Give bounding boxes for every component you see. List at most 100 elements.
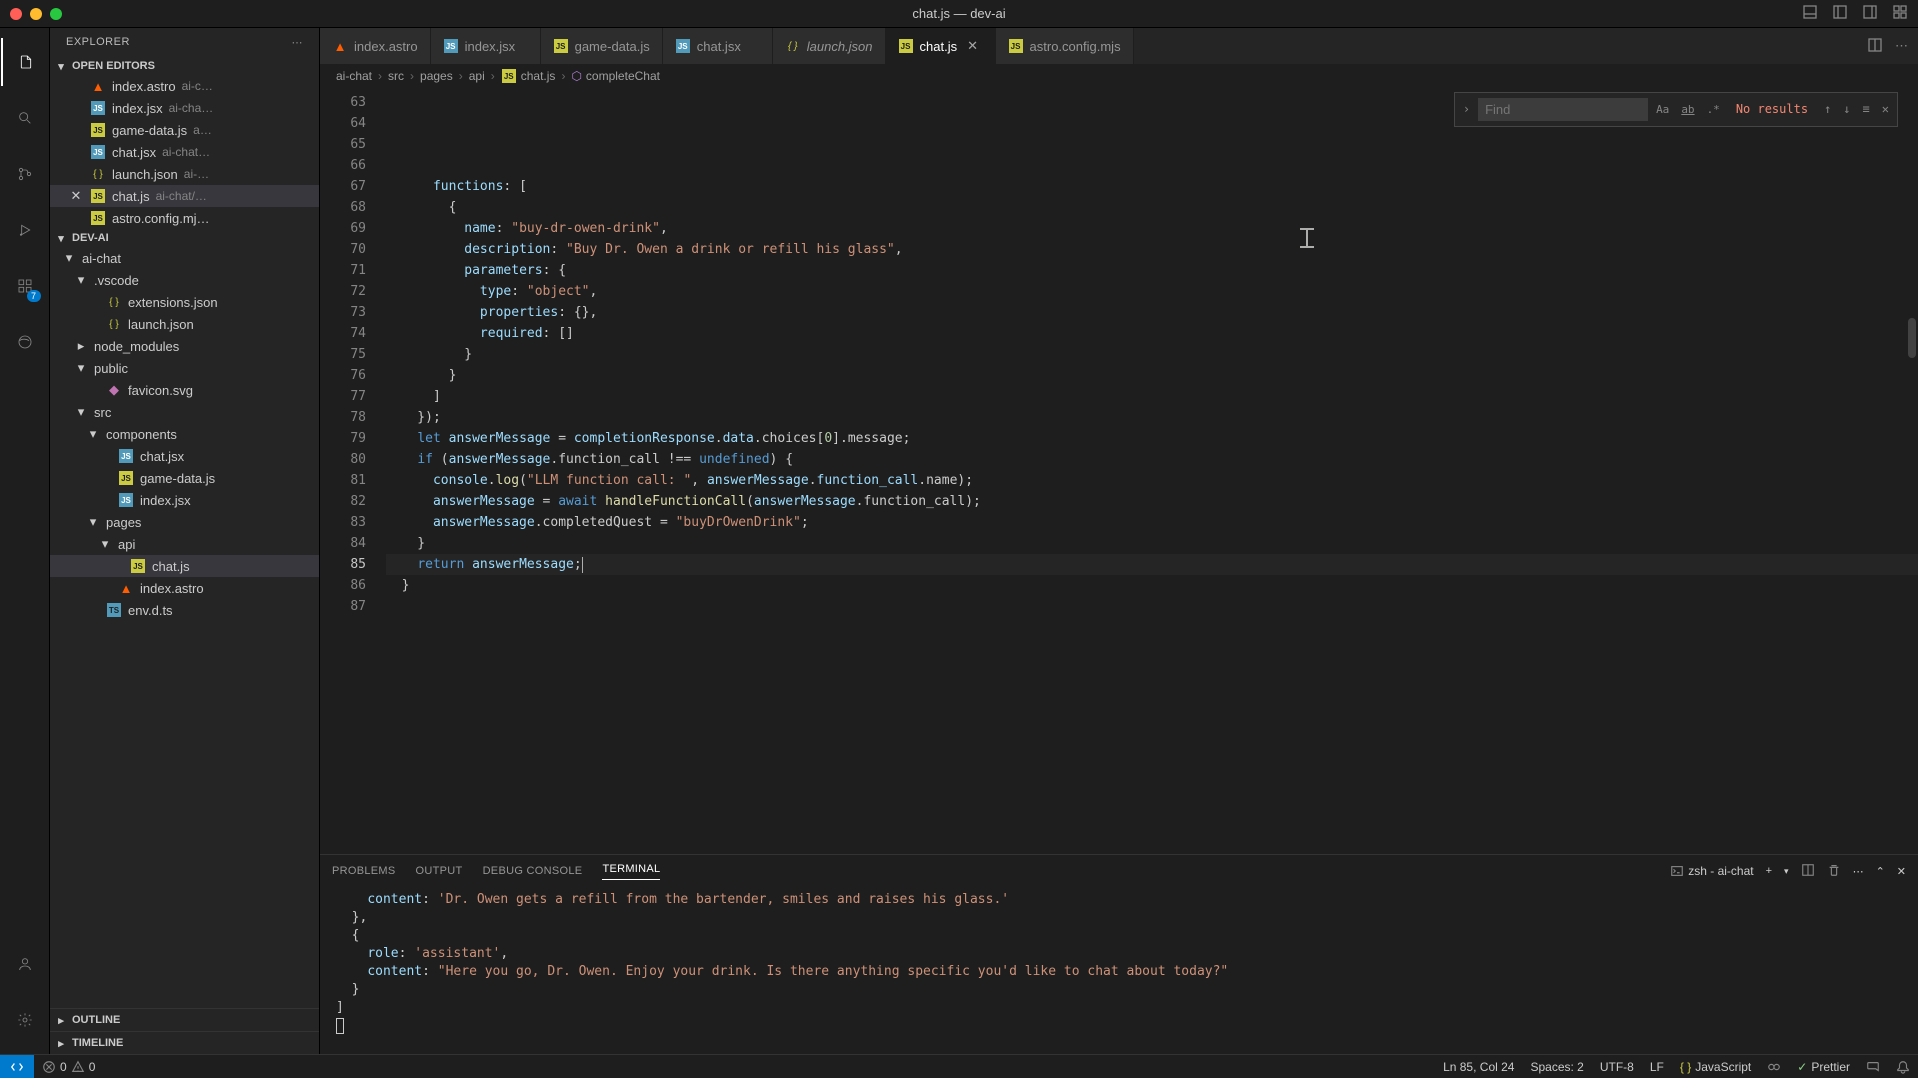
remote-indicator[interactable] bbox=[0, 1055, 34, 1078]
find-menu-icon[interactable]: ≡ bbox=[1859, 97, 1874, 122]
notifications-icon[interactable] bbox=[1888, 1060, 1918, 1074]
split-terminal-icon[interactable] bbox=[1801, 863, 1815, 880]
source-control-activity[interactable] bbox=[1, 150, 49, 198]
language-mode[interactable]: { } JavaScript bbox=[1672, 1060, 1759, 1074]
open-editor-item[interactable]: ✕JSchat.js ai-chat/… bbox=[50, 185, 319, 207]
eol[interactable]: LF bbox=[1642, 1060, 1672, 1074]
terminal-more-icon[interactable]: ⋯ bbox=[1853, 865, 1864, 878]
breadcrumb-item[interactable]: chat.js bbox=[521, 69, 556, 83]
editor-scrollbar[interactable] bbox=[1906, 88, 1918, 854]
breadcrumb-item[interactable]: pages bbox=[420, 69, 453, 83]
folder-item[interactable]: ▾public bbox=[50, 357, 319, 379]
breadcrumb-item[interactable]: completeChat bbox=[586, 69, 660, 83]
close-tab-icon[interactable]: ✕ bbox=[967, 38, 981, 54]
file-item[interactable]: JSgame-data.js bbox=[50, 467, 319, 489]
indentation[interactable]: Spaces: 2 bbox=[1522, 1060, 1591, 1074]
editor-tab[interactable]: JSchat.jsx bbox=[663, 28, 773, 64]
feedback-icon[interactable] bbox=[1858, 1060, 1888, 1074]
file-item[interactable]: JSchat.jsx bbox=[50, 445, 319, 467]
breadcrumbs[interactable]: ai-chat› src› pages› api› JS chat.js› ⬡ … bbox=[320, 64, 1918, 88]
folder-item[interactable]: ▾.vscode bbox=[50, 269, 319, 291]
terminal-name[interactable]: zsh - ai-chat bbox=[1670, 864, 1753, 878]
workspace-section[interactable]: ▾ DEV-AI bbox=[50, 229, 319, 247]
terminal-content[interactable]: content: 'Dr. Owen gets a refill from th… bbox=[320, 887, 1918, 1054]
close-panel-icon[interactable]: ✕ bbox=[1897, 865, 1906, 878]
accounts-activity[interactable] bbox=[1, 940, 49, 988]
sidebar-right-layout-icon[interactable] bbox=[1862, 4, 1878, 23]
find-next-icon[interactable]: ↓ bbox=[1839, 97, 1854, 122]
open-editor-item[interactable]: JSindex.jsx ai-cha… bbox=[50, 97, 319, 119]
extensions-activity[interactable]: 7 bbox=[1, 262, 49, 310]
maximize-panel-icon[interactable]: ⌃ bbox=[1876, 865, 1885, 878]
prettier-status[interactable]: ✓ Prettier bbox=[1789, 1060, 1858, 1074]
folder-item[interactable]: ▾ai-chat bbox=[50, 247, 319, 269]
file-item[interactable]: { }launch.json bbox=[50, 313, 319, 335]
folder-item[interactable]: ▾src bbox=[50, 401, 319, 423]
split-editor-icon[interactable] bbox=[1867, 37, 1883, 56]
terminal-dropdown-icon[interactable]: ▾ bbox=[1784, 866, 1789, 877]
find-input[interactable] bbox=[1478, 98, 1648, 121]
file-item[interactable]: { }extensions.json bbox=[50, 291, 319, 313]
maximize-window-button[interactable] bbox=[50, 8, 62, 20]
cursor-position[interactable]: Ln 85, Col 24 bbox=[1435, 1060, 1522, 1074]
open-editor-item[interactable]: JSastro.config.mj… bbox=[50, 207, 319, 229]
open-editor-item[interactable]: ▲index.astro ai-c… bbox=[50, 75, 319, 97]
file-item[interactable]: TSenv.d.ts bbox=[50, 599, 319, 621]
customize-layout-icon[interactable] bbox=[1892, 4, 1908, 23]
output-tab[interactable]: OUTPUT bbox=[416, 865, 463, 877]
close-editor-icon[interactable]: ✕ bbox=[68, 188, 84, 204]
folder-item[interactable]: ▸node_modules bbox=[50, 335, 319, 357]
sidebar-left-layout-icon[interactable] bbox=[1832, 4, 1848, 23]
folder-item[interactable]: ▾components bbox=[50, 423, 319, 445]
explorer-activity[interactable] bbox=[1, 38, 49, 86]
open-editors-section[interactable]: ▾ OPEN EDITORS bbox=[50, 57, 319, 75]
editor-tab[interactable]: { }launch.json bbox=[773, 28, 886, 64]
minimize-window-button[interactable] bbox=[30, 8, 42, 20]
editor-tab[interactable]: JSchat.js✕ bbox=[886, 28, 996, 64]
regex-toggle[interactable]: .* bbox=[1703, 97, 1724, 122]
edge-tools-activity[interactable] bbox=[1, 318, 49, 366]
find-prev-icon[interactable]: ↑ bbox=[1820, 97, 1835, 122]
editor-tab[interactable]: JSgame-data.js bbox=[541, 28, 663, 64]
extensions-badge: 7 bbox=[27, 290, 41, 302]
match-word-toggle[interactable]: ab bbox=[1677, 97, 1698, 122]
debug-console-tab[interactable]: DEBUG CONSOLE bbox=[483, 865, 583, 877]
outline-section[interactable]: ▸ OUTLINE bbox=[50, 1008, 319, 1031]
folder-item[interactable]: ▾api bbox=[50, 533, 319, 555]
settings-activity[interactable] bbox=[1, 996, 49, 1044]
encoding[interactable]: UTF-8 bbox=[1592, 1060, 1642, 1074]
open-editor-item[interactable]: JSgame-data.js a… bbox=[50, 119, 319, 141]
new-terminal-icon[interactable]: + bbox=[1766, 865, 1772, 877]
outline-label: OUTLINE bbox=[72, 1014, 120, 1026]
method-icon: ⬡ bbox=[571, 69, 581, 83]
close-find-icon[interactable]: ✕ bbox=[1878, 97, 1893, 122]
breadcrumb-item[interactable]: ai-chat bbox=[336, 69, 372, 83]
open-editor-item[interactable]: JSchat.jsx ai-chat… bbox=[50, 141, 319, 163]
close-window-button[interactable] bbox=[10, 8, 22, 20]
folder-item[interactable]: ▾pages bbox=[50, 511, 319, 533]
open-editor-item[interactable]: { }launch.json ai-… bbox=[50, 163, 319, 185]
file-item[interactable]: ▲index.astro bbox=[50, 577, 319, 599]
problems-tab[interactable]: PROBLEMS bbox=[332, 865, 396, 877]
timeline-section[interactable]: ▸ TIMELINE bbox=[50, 1031, 319, 1054]
file-item[interactable]: JSchat.js bbox=[50, 555, 319, 577]
run-debug-activity[interactable] bbox=[1, 206, 49, 254]
terminal-tab[interactable]: TERMINAL bbox=[602, 863, 660, 880]
file-item[interactable]: JSindex.jsx bbox=[50, 489, 319, 511]
breadcrumb-item[interactable]: api bbox=[469, 69, 485, 83]
file-item[interactable]: ◆favicon.svg bbox=[50, 379, 319, 401]
errors-warnings[interactable]: 0 0 bbox=[34, 1060, 103, 1074]
code-editor[interactable]: › Aa ab .* No results ↑ ↓ ≡ ✕ functions:… bbox=[386, 88, 1918, 854]
editor-tab[interactable]: JSastro.config.mjs bbox=[996, 28, 1134, 64]
editor-tab[interactable]: JSindex.jsx bbox=[431, 28, 541, 64]
copilot-icon[interactable] bbox=[1759, 1060, 1789, 1074]
explorer-more-icon[interactable]: ⋯ bbox=[292, 36, 304, 49]
search-activity[interactable] bbox=[1, 94, 49, 142]
toggle-replace-icon[interactable]: › bbox=[1459, 97, 1474, 122]
kill-terminal-icon[interactable] bbox=[1827, 863, 1841, 880]
panel-layout-icon[interactable] bbox=[1802, 4, 1818, 23]
breadcrumb-item[interactable]: src bbox=[388, 69, 404, 83]
more-actions-icon[interactable]: ⋯ bbox=[1895, 38, 1908, 54]
editor-tab[interactable]: ▲index.astro bbox=[320, 28, 431, 64]
match-case-toggle[interactable]: Aa bbox=[1652, 97, 1673, 122]
